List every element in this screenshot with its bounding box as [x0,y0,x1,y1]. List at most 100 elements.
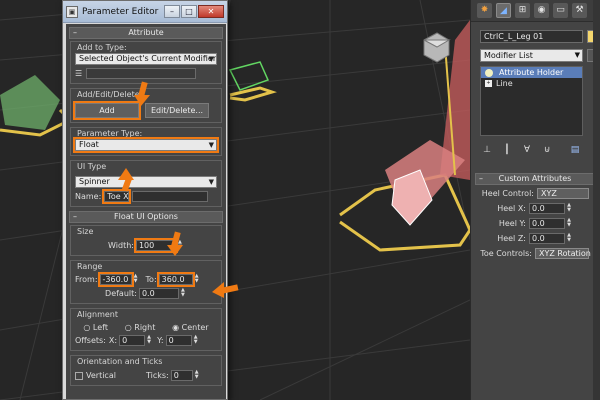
default-field[interactable]: 0.0 [138,288,179,299]
toe-controls-label: Toe Controls: [480,248,532,258]
maximize-button[interactable]: □ [181,5,197,18]
add-button[interactable]: Add [73,101,141,120]
heel-y-label: Heel Y: [498,218,526,228]
size-group: Size Width: 100 ▲ ▼ [70,225,222,256]
collapse-icon: – [479,174,483,183]
parameter-editor-titlebar[interactable]: ▣ Parameter Editor – □ ✕ [63,1,227,23]
remove-modifier-icon[interactable]: ⊍ [540,143,554,157]
minimize-button[interactable]: – [164,5,180,18]
panel-scroll-strip[interactable] [593,0,600,400]
add-to-type-dropdown[interactable]: Selected Object's Current Modifier ▼ [75,53,217,65]
width-field[interactable]: 100 [133,238,178,253]
parameter-type-dropdown[interactable]: Float ▼ [73,137,219,153]
from-spinner[interactable]: ▲ ▼ [132,274,140,285]
float-ui-options-header[interactable]: – Float UI Options [69,211,223,223]
align-center-radio[interactable]: ◉ Center [172,323,208,332]
width-label: Width: [108,241,134,250]
heel-y-spinner[interactable]: ▲ ▼ [565,217,573,229]
edit-delete-button[interactable]: Edit/Delete... [145,103,209,118]
configure-sets-icon[interactable]: ▤ [568,143,582,157]
group-label: Range [76,262,104,271]
attribute-name-field[interactable] [86,68,197,79]
show-end-result-icon[interactable]: ┃ [500,143,514,157]
stack-item-attribute-holder[interactable]: Attribute Holder [481,67,582,78]
chevron-down-icon: ▼ [208,178,214,186]
offset-x-spinner[interactable]: ▲ ▼ [145,335,153,346]
make-unique-icon[interactable]: ∀ [520,143,534,157]
command-panel-tabs: ✸ ◢ ⊞ ◉ ▭ ⚒ [471,0,600,22]
heel-y-row: Heel Y: 0.0 ▲ ▼ [475,216,595,230]
add-to-type-group: Add to Type: Selected Object's Current M… [70,41,222,84]
heel-x-field[interactable]: 0.0 [529,202,565,214]
heel-control-row: Heel Control: XYZ [475,186,595,200]
group-label: Orientation and Ticks [76,357,164,366]
to-spinner[interactable]: ▲ ▼ [193,274,201,285]
offset-y-field[interactable]: 0 [165,335,192,346]
add-edit-delete-group: Add/Edit/Delete Add Edit/Delete... [70,88,222,123]
ui-type-dropdown[interactable]: Spinner ▼ [75,176,217,188]
create-tab-icon[interactable]: ✸ [477,3,492,18]
offset-x-label: X: [108,336,118,345]
heel-x-spinner[interactable]: ▲ ▼ [565,202,573,214]
heel-control-label: Heel Control: [481,188,534,198]
dropdown-value: Spinner [79,177,110,186]
chevron-down-icon: ▼ [208,141,214,149]
vertical-checkbox[interactable] [75,371,83,380]
to-field[interactable]: 360.0 [156,272,195,287]
name-field[interactable]: Toe X [102,189,132,204]
custom-attributes-header[interactable]: – Custom Attributes [475,173,595,185]
offsets-label: Offsets: [75,336,106,345]
display-tab-icon[interactable]: ▭ [553,3,568,18]
radio-icon: ○ [124,323,132,332]
name-field-extension[interactable] [132,191,209,202]
offset-y-spinner[interactable]: ▲ ▼ [192,335,200,346]
dropdown-value: Modifier List [484,51,533,60]
ticks-spinner[interactable]: ▲ ▼ [193,370,201,381]
align-right-radio[interactable]: ○ Right [125,323,156,332]
offset-x-field[interactable]: 0 [119,335,146,346]
utilities-tab-icon[interactable]: ⚒ [572,3,587,18]
heel-z-field[interactable]: 0.0 [529,232,565,244]
default-label: Default: [105,289,137,298]
lightbulb-icon[interactable] [485,68,493,77]
custom-attributes-rollout: – Custom Attributes Heel Control: XYZ He… [475,173,595,260]
object-name-field[interactable]: CtrlC_L_Leg 01 [480,30,583,43]
parameter-type-group: Parameter Type: Float ▼ [70,127,222,156]
radio-checked-icon: ◉ [172,323,180,332]
name-label: Name: [75,192,102,201]
heel-z-label: Heel Z: [497,233,526,243]
group-label: Add to Type: [76,43,128,52]
motion-tab-icon[interactable]: ◉ [534,3,549,18]
heel-x-row: Heel X: 0.0 ▲ ▼ [475,201,595,215]
group-label: Add/Edit/Delete [76,90,141,99]
heel-control-button[interactable]: XYZ [537,187,589,199]
dropdown-value: Selected Object's Current Modifier [79,54,217,63]
ticks-field[interactable]: 0 [170,370,193,381]
heel-z-row: Heel Z: 0.0 ▲ ▼ [475,231,595,245]
rollout-title: Attribute [128,28,164,37]
radio-label: Left [92,323,108,332]
attribute-rollout-header[interactable]: – Attribute [69,27,223,39]
pin-stack-icon[interactable]: ⊥ [480,143,494,157]
stack-item-line[interactable]: + Line [481,78,582,89]
heel-x-label: Heel X: [497,203,526,213]
toe-controls-button[interactable]: XYZ Rotation [535,247,591,259]
group-label: Alignment [76,310,119,319]
modifier-list-dropdown[interactable]: Modifier List ▼ [480,49,583,62]
heel-y-field[interactable]: 0.0 [529,217,565,229]
default-spinner[interactable]: ▲ ▼ [179,288,187,299]
chevron-down-icon: ▼ [574,51,580,59]
hierarchy-tab-icon[interactable]: ⊞ [515,3,530,18]
from-field[interactable]: -360.0 [97,272,134,287]
close-button[interactable]: ✕ [198,5,224,18]
from-label: From: [75,275,98,284]
offset-y-label: Y: [157,336,164,345]
width-spinner[interactable]: ▲ ▼ [176,240,184,251]
to-label: To: [145,275,157,284]
heel-z-spinner[interactable]: ▲ ▼ [565,232,573,244]
collapse-icon: – [73,28,77,37]
group-label: UI Type [76,162,108,171]
modify-tab-icon[interactable]: ◢ [496,3,511,18]
plus-icon[interactable]: + [485,80,492,87]
align-left-radio[interactable]: ○ Left [83,323,108,332]
